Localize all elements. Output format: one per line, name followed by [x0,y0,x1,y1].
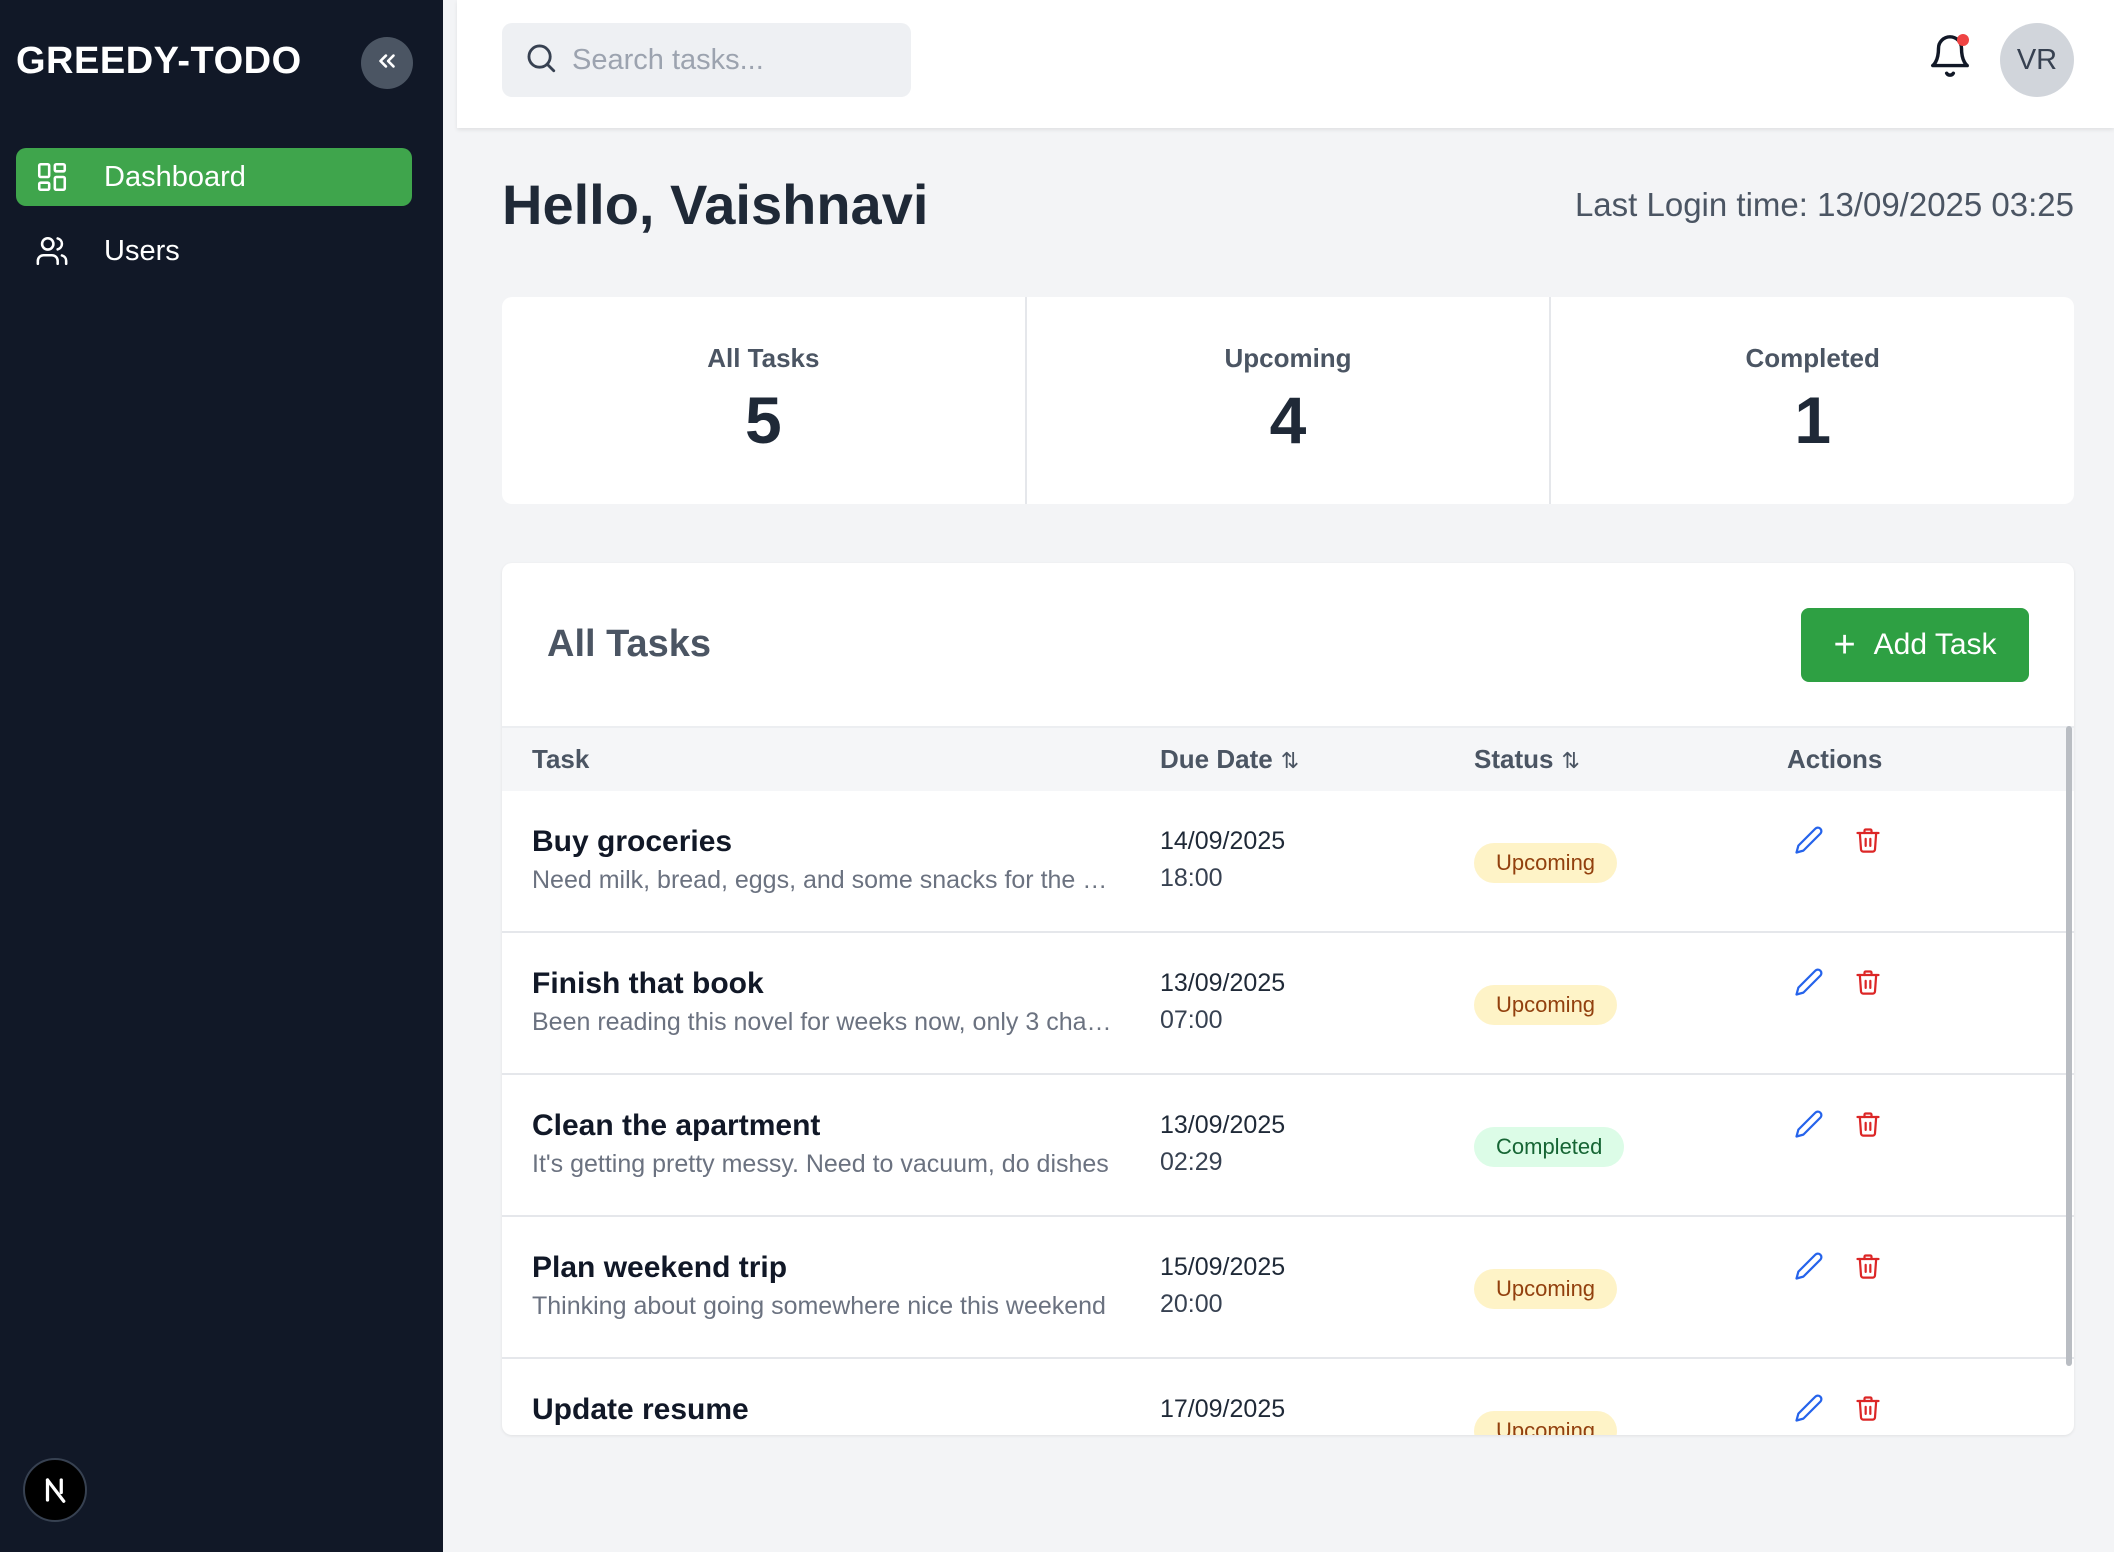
table-row[interactable]: Clean the apartment It's getting pretty m… [502,1075,2074,1217]
tasks-panel: All Tasks + Add Task Task Due Date ⇅ Stat… [502,563,2074,1435]
status-badge: Upcoming [1474,1269,1618,1309]
stat-card-all-tasks: All Tasks 5 [502,297,1027,504]
task-description: Thinking about going somewhere nice this… [532,1292,1106,1320]
search-input[interactable] [572,43,902,77]
stat-value: 1 [1794,383,1832,457]
task-title: Finish that book [532,967,764,1000]
edit-task-button[interactable] [1792,825,1826,859]
stat-label: All Tasks [707,343,820,373]
task-title: Plan weekend trip [532,1251,788,1284]
pencil-icon [1794,1393,1824,1428]
stat-card-completed: Completed 1 [1551,297,2074,504]
due-date: 15/09/2025 [1160,1253,1286,1281]
column-header-status[interactable]: Status ⇅ [1474,744,1580,775]
table-scrollbar[interactable] [2066,726,2072,1366]
table-header: Task Due Date ⇅ Status ⇅ Actions [502,726,2074,791]
add-task-label: Add Task [1873,628,1997,661]
double-chevron-left-icon [374,48,400,79]
task-description: Been reading this novel for weeks now, o… [532,1008,1122,1036]
top-bar: VR [457,0,2114,128]
due-date: 17/09/2025 [1160,1395,1286,1423]
add-task-button[interactable]: + Add Task [1801,608,2029,682]
stat-card-upcoming: Upcoming 4 [1027,297,1552,504]
table-row[interactable]: Buy groceries Need milk, bread, eggs, and… [502,791,2074,933]
stats-summary: All Tasks 5 Upcoming 4 Completed 1 [502,297,2074,504]
pencil-icon [1794,967,1824,1002]
status-badge: Upcoming [1474,843,1618,883]
bell-icon [1927,35,1973,84]
sidebar-item-users[interactable]: Users [16,222,412,280]
edit-task-button[interactable] [1792,1109,1826,1143]
due-time: 07:00 [1160,1006,1223,1034]
edit-task-button[interactable] [1792,967,1826,1001]
edit-task-button[interactable] [1792,1251,1826,1285]
pencil-icon [1794,825,1824,860]
stat-value: 4 [1269,383,1307,457]
table-row[interactable]: Finish that book Been reading this novel … [502,933,2074,1075]
page-title: Hello, Vaishnavi [502,173,929,236]
dashboard-icon [32,157,72,197]
due-date: 13/09/2025 [1160,969,1286,997]
tasks-table[interactable]: Task Due Date ⇅ Status ⇅ Actions Buy groce… [502,726,2074,1435]
stat-label: Upcoming [1224,343,1352,373]
task-title: Buy groceries [532,825,733,858]
trash-icon [1854,968,1882,1001]
next-logo-badge[interactable] [23,1458,87,1522]
notifications-button[interactable] [1927,32,1975,82]
search-box[interactable] [502,23,911,97]
avatar[interactable]: VR [2000,23,2074,97]
pencil-icon [1794,1251,1824,1286]
notification-dot [1957,34,1969,46]
stat-value: 5 [744,383,782,457]
column-header-task: Task [532,744,590,774]
stat-label: Completed [1745,343,1880,373]
app-brand: GREEDY-TODO [16,40,302,82]
delete-task-button[interactable] [1851,1109,1885,1143]
table-body: Buy groceries Need milk, bread, eggs, and… [502,791,2074,1435]
due-time: 18:00 [1160,864,1223,892]
column-header-label: Due Date [1160,744,1273,774]
collapse-sidebar-button[interactable] [361,37,413,89]
column-header-actions: Actions [1787,744,1883,774]
due-date: 14/09/2025 [1160,827,1286,855]
status-badge: Completed [1474,1127,1625,1167]
plus-icon: + [1833,623,1856,666]
due-date: 13/09/2025 [1160,1111,1286,1139]
trash-icon [1854,826,1882,859]
sidebar-item-label: Dashboard [104,160,246,193]
due-time: 20:00 [1160,1290,1223,1318]
delete-task-button[interactable] [1851,967,1885,1001]
column-header-label: Status [1474,744,1554,774]
table-row[interactable]: Plan weekend trip Thinking about going so… [502,1217,2074,1359]
table-row[interactable]: Update resume 17/09/2025 Upcoming [502,1359,2074,1435]
delete-task-button[interactable] [1851,825,1885,859]
search-icon [524,41,558,80]
users-icon [32,231,72,271]
status-badge: Upcoming [1474,1411,1618,1435]
sidebar-item-label: Users [104,234,180,267]
task-title: Clean the apartment [532,1109,821,1142]
sidebar-item-dashboard[interactable]: Dashboard [16,148,412,206]
sort-icon: ⇅ [1561,748,1580,773]
pencil-icon [1794,1109,1824,1144]
due-time: 02:29 [1160,1148,1223,1176]
sort-icon: ⇅ [1280,748,1300,773]
delete-task-button[interactable] [1851,1251,1885,1285]
task-description: It's getting pretty messy. Need to vacuu… [532,1150,1109,1178]
trash-icon [1854,1252,1882,1285]
last-login-time: Last Login time: 13/09/2025 03:25 [1574,186,2074,223]
task-description: Need milk, bread, eggs, and some snacks … [532,866,1122,894]
column-header-due-date[interactable]: Due Date ⇅ [1160,744,1299,775]
panel-title: All Tasks [547,623,712,665]
task-title: Update resume [532,1393,749,1426]
delete-task-button[interactable] [1851,1393,1885,1427]
edit-task-button[interactable] [1792,1393,1826,1427]
trash-icon [1854,1110,1882,1143]
sidebar: GREEDY-TODO Dashboard Users [0,0,443,1552]
status-badge: Upcoming [1474,985,1618,1025]
trash-icon [1854,1394,1882,1427]
